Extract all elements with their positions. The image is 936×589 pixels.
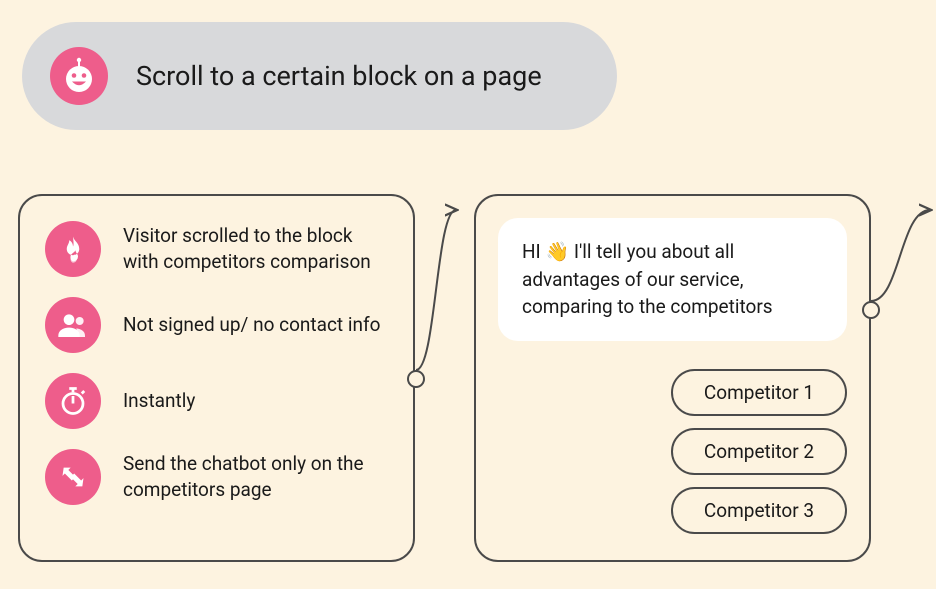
condition-row: Send the chatbot only on the competitors… [45, 449, 388, 505]
chat-option-button[interactable]: Competitor 1 [671, 369, 847, 416]
condition-row: Not signed up/ no contact info [45, 297, 388, 353]
users-icon [45, 297, 101, 353]
chat-card: HI 👋 I'll tell you about all advantages … [474, 194, 871, 562]
condition-text: Instantly [123, 388, 195, 414]
chat-option-button[interactable]: Competitor 2 [671, 428, 847, 475]
condition-text: Send the chatbot only on the competitors… [123, 451, 388, 502]
connector-node [407, 370, 425, 388]
condition-text: Visitor scrolled to the block with compe… [123, 223, 388, 274]
chat-message: HI 👋 I'll tell you about all advantages … [498, 218, 847, 341]
header-title: Scroll to a certain block on a page [136, 60, 542, 92]
condition-text: Not signed up/ no contact info [123, 312, 380, 338]
condition-row: Instantly [45, 373, 388, 429]
connector-node [862, 301, 880, 319]
chat-text-prefix: HI [522, 240, 545, 263]
arrows-icon [45, 449, 101, 505]
header-pill: Scroll to a certain block on a page [22, 22, 617, 130]
stopwatch-icon [45, 373, 101, 429]
chat-options: Competitor 1 Competitor 2 Competitor 3 [498, 369, 847, 534]
flame-icon [45, 221, 101, 277]
conditions-card: Visitor scrolled to the block with compe… [18, 194, 415, 562]
wave-emoji: 👋 [545, 240, 569, 263]
bot-icon [50, 47, 108, 105]
condition-row: Visitor scrolled to the block with compe… [45, 221, 388, 277]
chat-option-button[interactable]: Competitor 3 [671, 487, 847, 534]
